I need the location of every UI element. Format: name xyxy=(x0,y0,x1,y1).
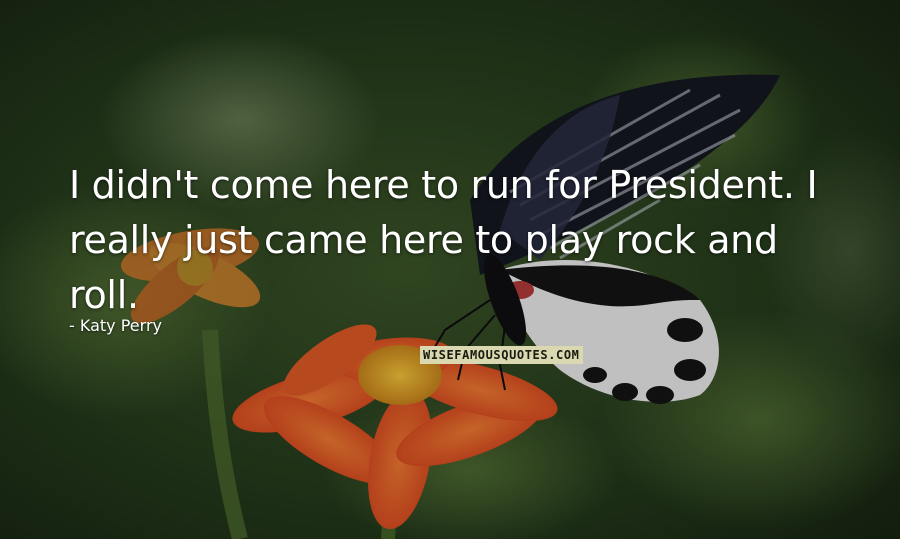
quote-attribution: - Katy Perry xyxy=(69,316,162,336)
author-name: Katy Perry xyxy=(79,316,162,335)
quote-text: I didn't come here to run for President.… xyxy=(69,163,818,317)
attribution-dash: - xyxy=(69,316,75,335)
quote-image: I didn't come here to run for President.… xyxy=(0,0,900,539)
site-watermark: WISEFAMOUSQUOTES.COM xyxy=(420,346,583,364)
watermark-text: WISEFAMOUSQUOTES.COM xyxy=(423,348,580,362)
